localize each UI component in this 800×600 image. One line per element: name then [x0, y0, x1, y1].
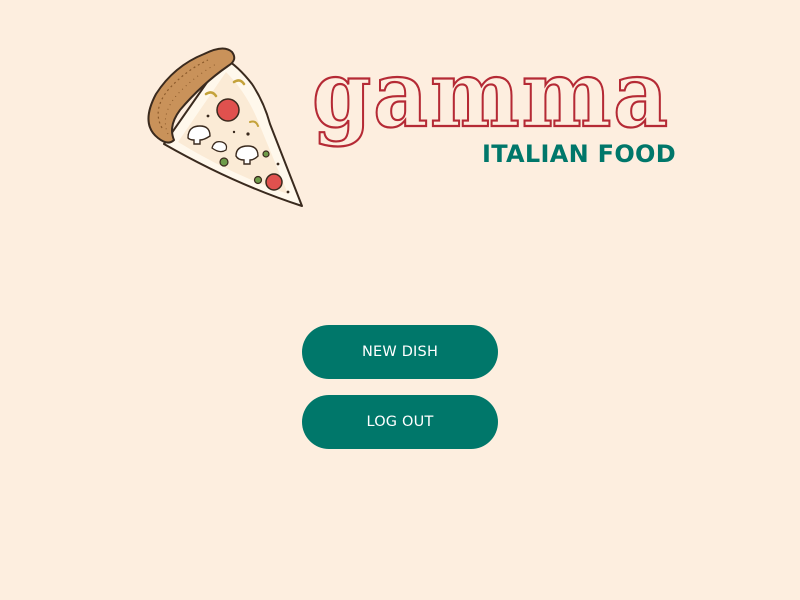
new-dish-button[interactable]: NEW DISH [302, 325, 498, 379]
brand-tagline: ITALIAN FOOD [482, 140, 676, 168]
pizza-slice-icon [147, 47, 303, 207]
brand-name-text: gamma [312, 40, 670, 148]
logout-button[interactable]: LOG OUT [302, 395, 498, 449]
